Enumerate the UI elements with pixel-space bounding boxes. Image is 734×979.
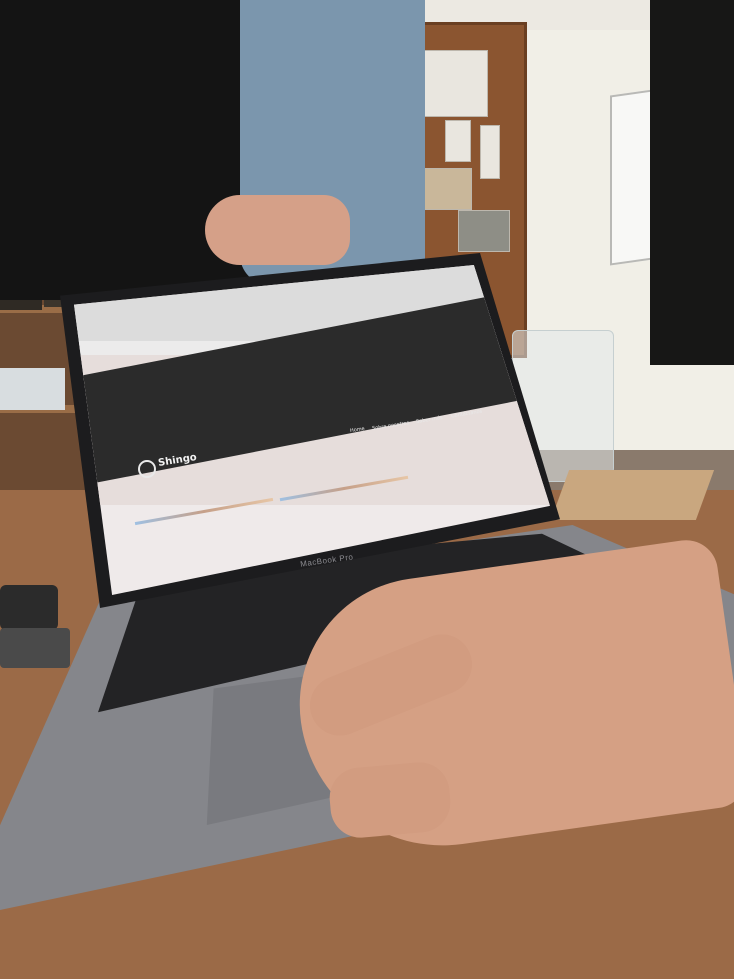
external-monitor	[650, 0, 734, 365]
usb-cable	[0, 628, 70, 668]
door-poster	[420, 168, 472, 210]
website-logo-icon[interactable]	[138, 460, 156, 478]
photo-scene: MacBook Pro Shingo Home Sobre nosotros S…	[0, 0, 734, 979]
door-poster	[458, 210, 510, 252]
notebook	[550, 470, 715, 520]
user-thumb	[327, 759, 453, 841]
shelf-bag	[0, 368, 65, 410]
door-poster	[445, 120, 471, 162]
phone	[0, 585, 58, 630]
person-hand	[205, 195, 350, 265]
door-poster	[480, 125, 500, 179]
